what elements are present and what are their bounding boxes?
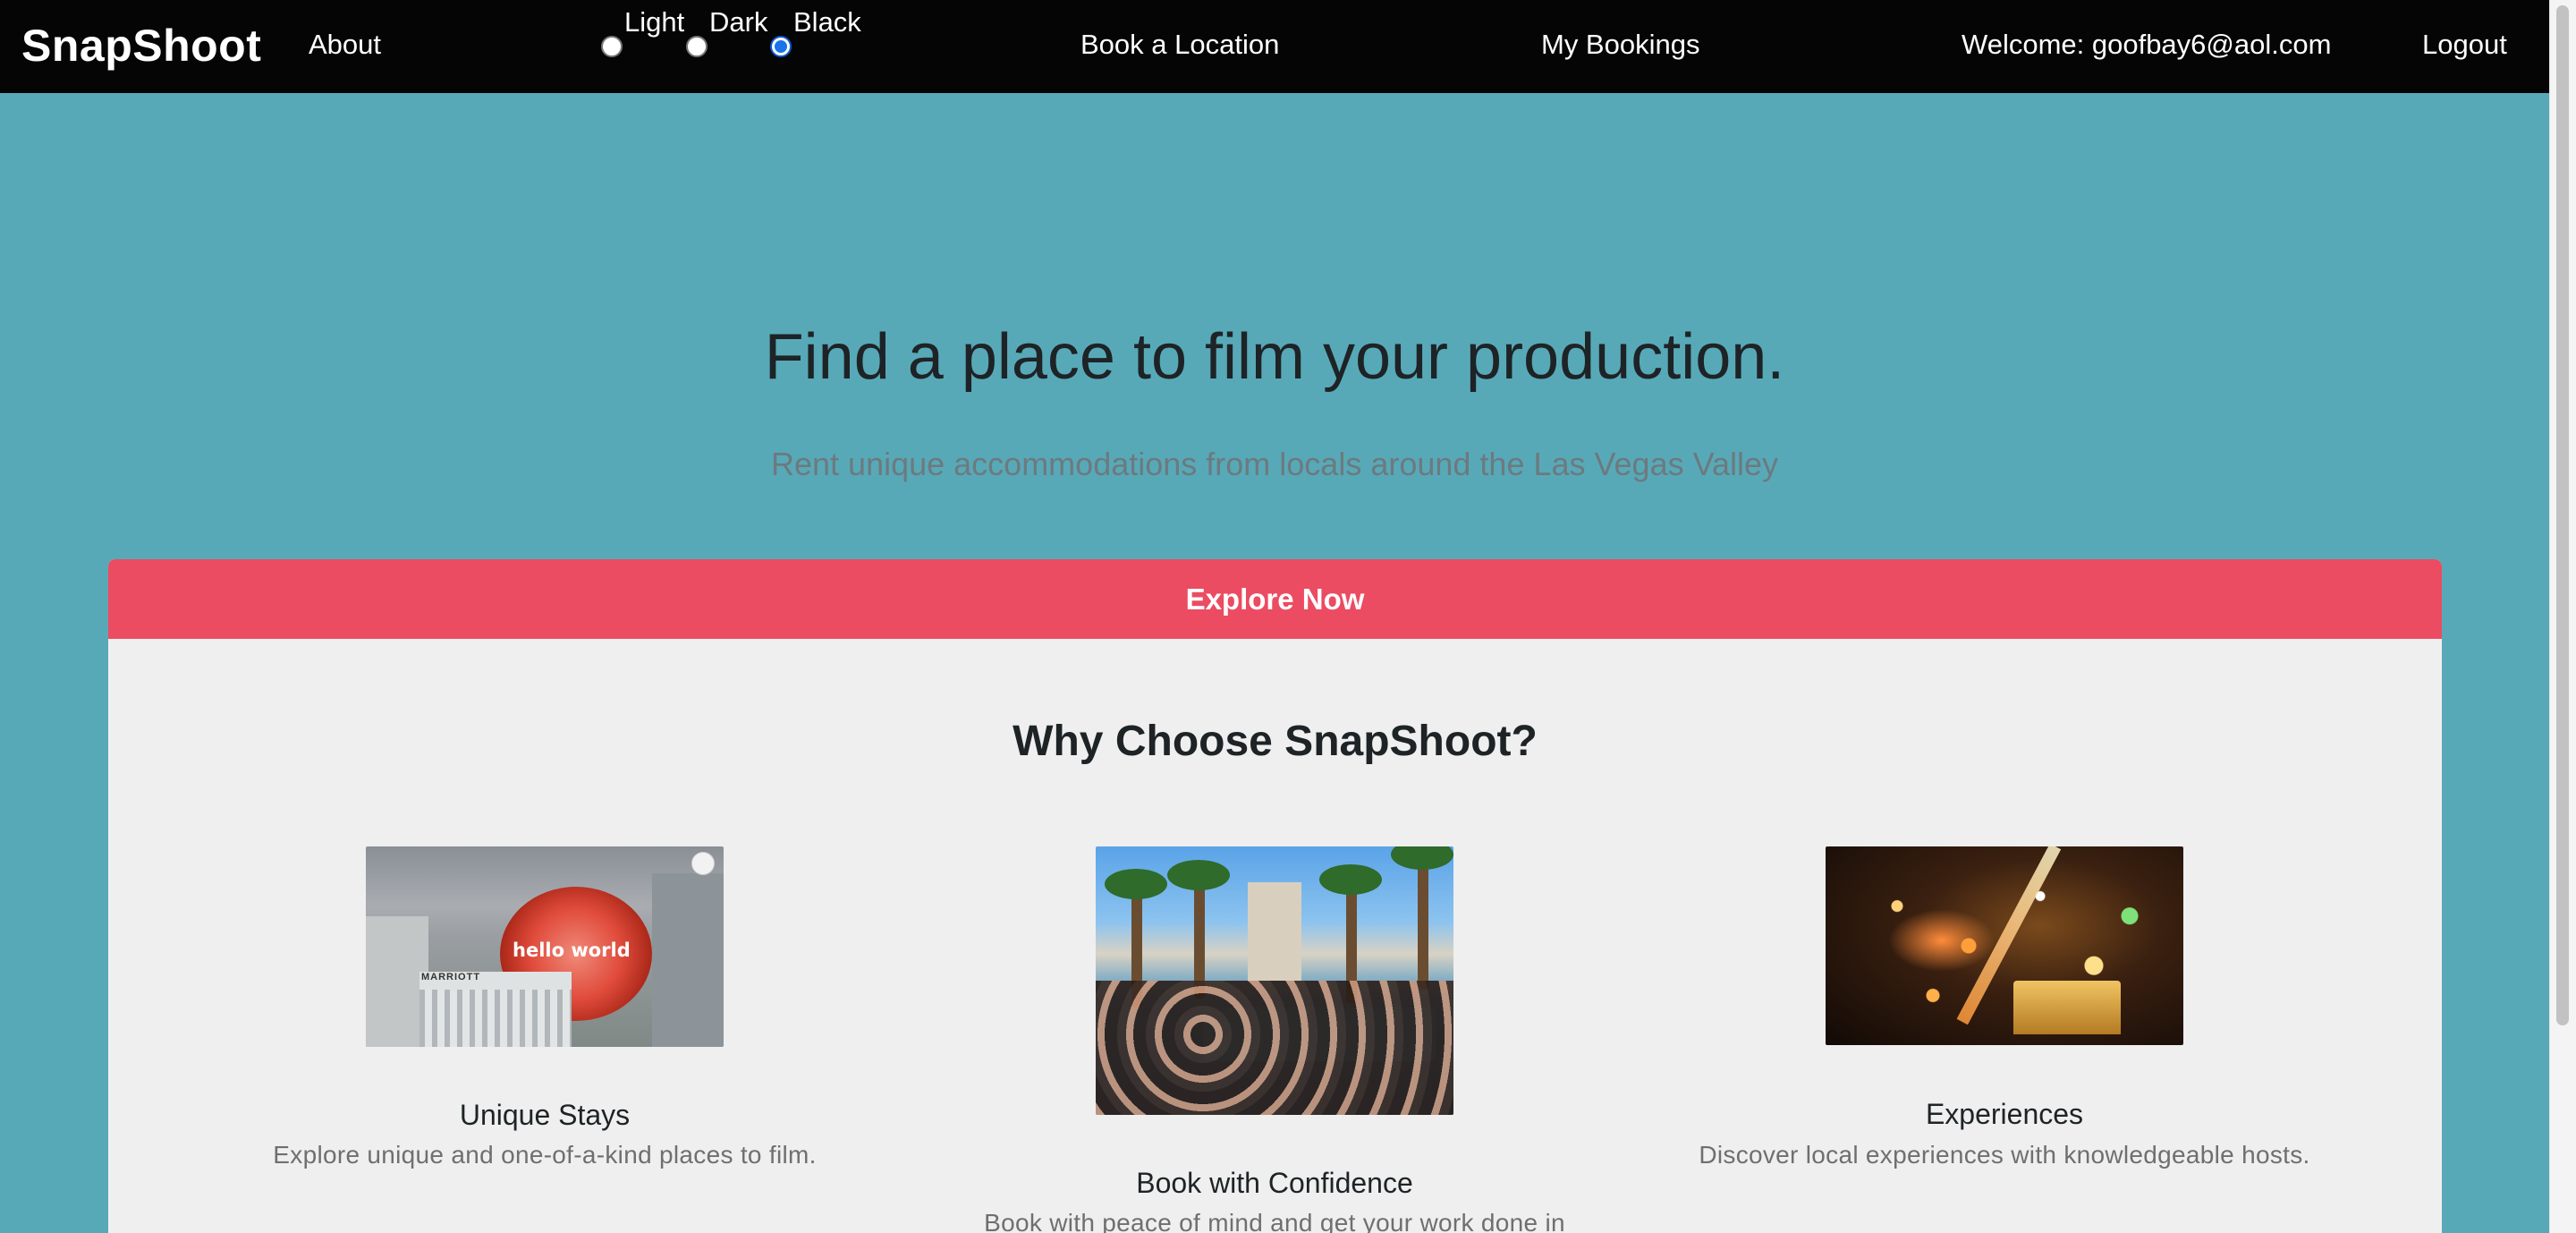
feature-description: Explore unique and one-of-a-kind places …: [273, 1141, 817, 1169]
hero-subtitle: Rent unique accommodations from locals a…: [771, 446, 1778, 482]
image-badge-icon: [691, 852, 715, 875]
hotel-sign-text: MARRIOTT: [421, 972, 481, 982]
page-scrollbar[interactable]: [2549, 0, 2576, 1233]
theme-label-black: Black: [793, 6, 861, 38]
feature-title: Experiences: [1925, 1098, 2084, 1130]
hero-title: Find a place to film your production.: [764, 321, 1785, 393]
explore-now-button[interactable]: Explore Now: [108, 559, 2442, 639]
book-with-confidence-image: [1096, 846, 1453, 1115]
theme-radio-black[interactable]: [770, 36, 792, 57]
nav-link-book-location[interactable]: Book a Location: [1080, 29, 1279, 61]
theme-radio-light[interactable]: [601, 36, 623, 57]
features-card: Explore Now Why Choose SnapShoot? hello …: [108, 559, 2442, 1233]
feature-title: Book with Confidence: [1136, 1167, 1413, 1199]
feature-title: Unique Stays: [459, 1099, 631, 1131]
why-choose-heading: Why Choose SnapShoot?: [1013, 718, 1538, 765]
top-navbar: SnapShoot About Light Dark Black Book a …: [0, 0, 2549, 93]
theme-label-light: Light: [624, 6, 685, 38]
sphere-sign-text: hello world: [513, 940, 631, 961]
nav-link-about[interactable]: About: [309, 29, 381, 61]
experiences-image: [1826, 846, 2183, 1045]
welcome-user-text: Welcome: goofbay6@aol.com: [1962, 29, 2332, 60]
scrollbar-thumb[interactable]: [2556, 5, 2569, 1025]
feature-description: Book with peace of mind and get your wor…: [984, 1209, 1565, 1233]
brand-logo[interactable]: SnapShoot: [21, 20, 261, 72]
feature-description: Discover local experiences with knowledg…: [1699, 1141, 2310, 1169]
theme-label-dark: Dark: [709, 6, 768, 38]
logout-link[interactable]: Logout: [2422, 29, 2507, 61]
unique-stays-image: hello world MARRIOTT: [366, 846, 724, 1047]
theme-radio-dark[interactable]: [686, 36, 708, 57]
nav-link-my-bookings[interactable]: My Bookings: [1541, 29, 1699, 61]
